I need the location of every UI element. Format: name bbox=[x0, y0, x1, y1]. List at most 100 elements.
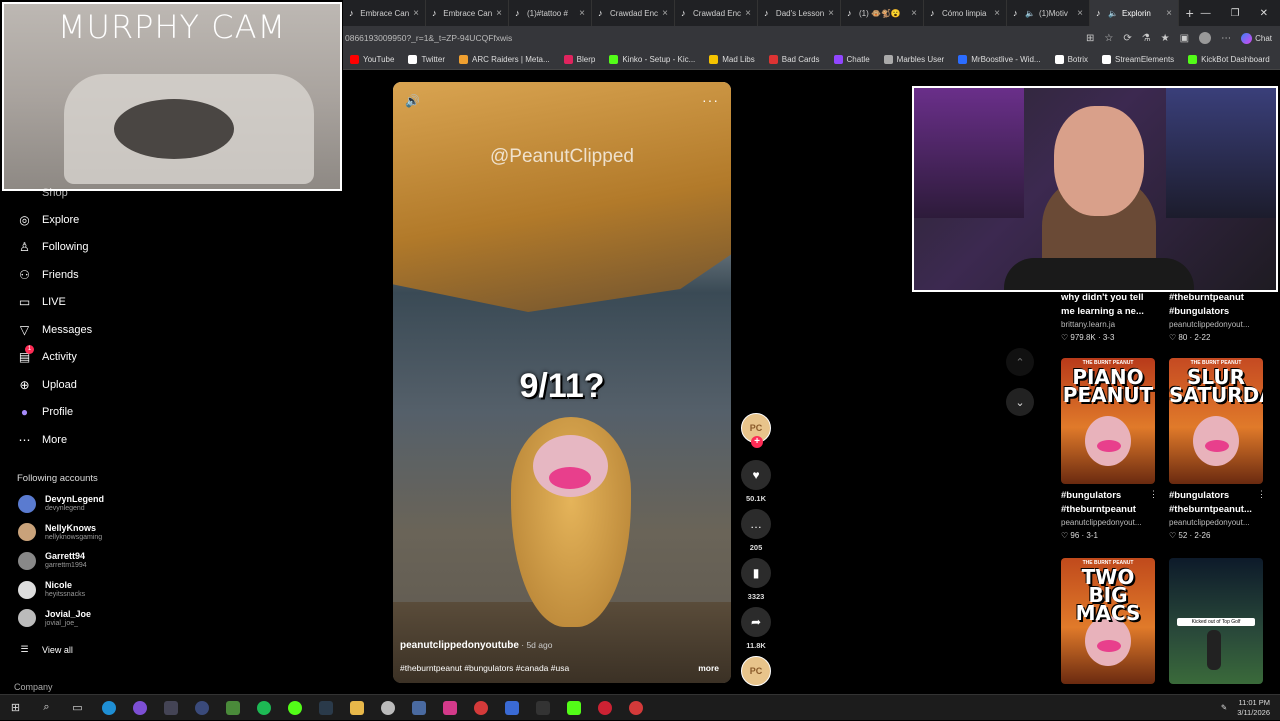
app-icon[interactable] bbox=[589, 695, 620, 721]
sidebar-item-upload[interactable]: ⊕ Upload bbox=[17, 377, 76, 392]
app-icon[interactable] bbox=[558, 695, 589, 721]
following-account-item[interactable]: Jovial_Joe jovial_joe_ bbox=[18, 609, 91, 628]
pen-icon[interactable]: ✎ bbox=[1221, 703, 1227, 712]
sidebar-item-following[interactable]: ♙ Following bbox=[17, 240, 88, 255]
sidebar-item-activity[interactable]: ▤ 1 Activity bbox=[17, 344, 77, 365]
video-author[interactable]: peanutclippedonyout... bbox=[1169, 320, 1250, 329]
app-icon[interactable] bbox=[186, 695, 217, 721]
edge-icon[interactable] bbox=[93, 695, 124, 721]
comment-button[interactable]: … 205 bbox=[741, 509, 771, 552]
browser-tab-active[interactable]: ♪ 🔈 Explorin × bbox=[1090, 0, 1179, 26]
file-explorer-icon[interactable] bbox=[341, 695, 372, 721]
bookmark-icon[interactable]: ▮ bbox=[741, 558, 771, 588]
more-description-button[interactable]: more bbox=[698, 663, 719, 673]
next-video-button[interactable]: ⌄ bbox=[1006, 388, 1034, 416]
sidebar-item-more[interactable]: ⋯ More bbox=[17, 432, 68, 447]
sidebar-item-profile[interactable]: ● Profile bbox=[17, 405, 73, 420]
video-options-icon[interactable]: ⋮ bbox=[1149, 489, 1158, 500]
close-tab-icon[interactable]: × bbox=[745, 8, 751, 19]
close-tab-icon[interactable]: × bbox=[496, 8, 502, 19]
bookmarks-overflow-icon[interactable]: › bbox=[1277, 55, 1280, 64]
creator-avatar-button[interactable]: PC + bbox=[741, 413, 771, 448]
bookmark-item[interactable]: Botrix bbox=[1048, 55, 1095, 64]
task-view-icon[interactable]: ▭ bbox=[62, 695, 93, 721]
following-account-item[interactable]: Garrett94 garrettm1994 bbox=[18, 551, 87, 570]
close-tab-icon[interactable]: × bbox=[1077, 8, 1083, 19]
bookmark-star-icon[interactable]: ☆ bbox=[1104, 33, 1113, 44]
following-account-item[interactable]: NellyKnows nellyknowsgaming bbox=[18, 523, 102, 542]
recommended-video-thumbnail[interactable]: Kicked out of Top Golf bbox=[1169, 558, 1263, 684]
browser-tab[interactable]: ♪ Cómo limpia × bbox=[924, 0, 1007, 26]
sidebar-item-messages[interactable]: ▽ Messages bbox=[17, 322, 92, 337]
app-icon[interactable] bbox=[155, 695, 186, 721]
extension-icon[interactable]: ⟳ bbox=[1123, 33, 1131, 44]
video-title-line[interactable]: #theburntpeanut... bbox=[1169, 503, 1252, 517]
sidebar-item-shop[interactable]: Shop bbox=[17, 187, 68, 199]
bookmark-item[interactable]: Chatle bbox=[827, 55, 877, 64]
browser-tab[interactable]: ♪ 🔈 (1)Motiv × bbox=[1007, 0, 1090, 26]
sidebar-item-friends[interactable]: ⚇ Friends bbox=[17, 267, 79, 282]
bookmark-item[interactable]: ARC Raiders | Meta... bbox=[452, 55, 557, 64]
browser-tab[interactable]: ♪ Dad's Lesson × bbox=[758, 0, 841, 26]
bookmark-item[interactable]: MrBoostlive - Wid... bbox=[951, 55, 1047, 64]
browser-tab[interactable]: ♪ Embrace Can × bbox=[343, 0, 426, 26]
browser-tab[interactable]: ♪ Crawdad Enc × bbox=[675, 0, 758, 26]
close-tab-icon[interactable]: × bbox=[828, 8, 834, 19]
recommended-video-thumbnail[interactable]: THE BURNT PEANUTSLUR SATURDAY bbox=[1169, 358, 1263, 484]
extensions-puzzle-icon[interactable]: ⚗ bbox=[1142, 33, 1151, 44]
following-account-item[interactable]: DevynLegend devynlegend bbox=[18, 494, 104, 513]
share-icon[interactable]: ➦ bbox=[741, 607, 771, 637]
start-icon[interactable]: ⊞ bbox=[0, 695, 31, 721]
video-player[interactable]: @PeanutClipped 9/11? 🔊 ··· peanutclipped… bbox=[393, 82, 731, 683]
minecraft-icon[interactable] bbox=[217, 695, 248, 721]
collections-icon[interactable]: ▣ bbox=[1180, 33, 1189, 44]
sidebar-item-live[interactable]: ▭ LIVE bbox=[17, 295, 66, 310]
app-icon[interactable] bbox=[403, 695, 434, 721]
app-icon[interactable] bbox=[372, 695, 403, 721]
volume-icon[interactable]: 🔊 bbox=[405, 94, 420, 108]
recommended-video-thumbnail[interactable]: THE BURNT PEANUT PIANO PEANUT bbox=[1061, 358, 1155, 484]
share-button[interactable]: ➦ 11.8K bbox=[741, 607, 771, 650]
close-tab-icon[interactable]: × bbox=[911, 8, 917, 19]
address-bar[interactable]: 0866193009950?_r=1&_t=ZP-94UCQFfxwis ⊞ ☆… bbox=[343, 26, 1280, 50]
browser-tab[interactable]: ♪ Embrace Can × bbox=[426, 0, 509, 26]
heart-icon[interactable]: ♥ bbox=[741, 460, 771, 490]
steam-icon[interactable] bbox=[310, 695, 341, 721]
video-author[interactable]: brittany.learn.ja bbox=[1061, 320, 1115, 329]
bookmark-item[interactable]: YouTube bbox=[343, 55, 401, 64]
creator-avatar[interactable]: PC + bbox=[741, 413, 771, 448]
video-title-line[interactable]: #bungulators bbox=[1061, 489, 1121, 503]
sound-avatar-button[interactable]: PC bbox=[741, 656, 771, 686]
app-icon[interactable] bbox=[496, 695, 527, 721]
video-title-line[interactable]: me learning a ne... bbox=[1061, 305, 1144, 319]
video-title-line[interactable]: #theburntpeanut bbox=[1169, 291, 1244, 305]
like-button[interactable]: ♥ 50.1K bbox=[741, 460, 771, 503]
favorites-icon[interactable]: ★ bbox=[1161, 33, 1170, 44]
close-tab-icon[interactable]: × bbox=[413, 8, 419, 19]
follow-plus-icon[interactable]: + bbox=[751, 436, 763, 448]
bookmark-item[interactable]: KickBot Dashboard bbox=[1181, 55, 1276, 64]
bookmark-item[interactable]: StreamElements bbox=[1095, 55, 1181, 64]
video-title-line[interactable]: #theburntpeanut bbox=[1061, 503, 1136, 517]
close-window-icon[interactable]: ✕ bbox=[1260, 8, 1268, 19]
close-tab-icon[interactable]: × bbox=[994, 8, 1000, 19]
video-title-line[interactable]: #bungulators bbox=[1169, 489, 1229, 503]
recommended-video-thumbnail[interactable]: THE BURNT PEANUT TWO BIG MACS bbox=[1061, 558, 1155, 684]
view-all-button[interactable]: ☰ View all bbox=[17, 642, 72, 657]
kick-icon[interactable] bbox=[279, 695, 310, 721]
video-options-icon[interactable]: ··· bbox=[702, 92, 719, 108]
obs-icon[interactable] bbox=[124, 695, 155, 721]
clock[interactable]: 11:01 PM 3/11/2026 bbox=[1237, 698, 1270, 718]
url-text[interactable]: 0866193009950?_r=1&_t=ZP-94UCQFfxwis bbox=[345, 33, 512, 43]
app-icon[interactable] bbox=[465, 695, 496, 721]
bookmark-item[interactable]: Marbles User bbox=[877, 55, 952, 64]
close-tab-icon[interactable]: × bbox=[579, 8, 585, 19]
bookmark-item[interactable]: Blerp bbox=[557, 55, 603, 64]
close-tab-icon[interactable]: × bbox=[662, 8, 668, 19]
copilot-chat-button[interactable]: Chat bbox=[1241, 32, 1272, 44]
video-title-line[interactable]: #bungulators bbox=[1169, 305, 1229, 319]
bookmark-item[interactable]: Kinko - Setup - Kic... bbox=[602, 55, 702, 64]
previous-video-button[interactable]: ⌃ bbox=[1006, 348, 1034, 376]
video-author[interactable]: peanutclippedonyout... bbox=[1061, 518, 1142, 527]
video-title-line[interactable]: why didn't you tell bbox=[1061, 291, 1143, 305]
